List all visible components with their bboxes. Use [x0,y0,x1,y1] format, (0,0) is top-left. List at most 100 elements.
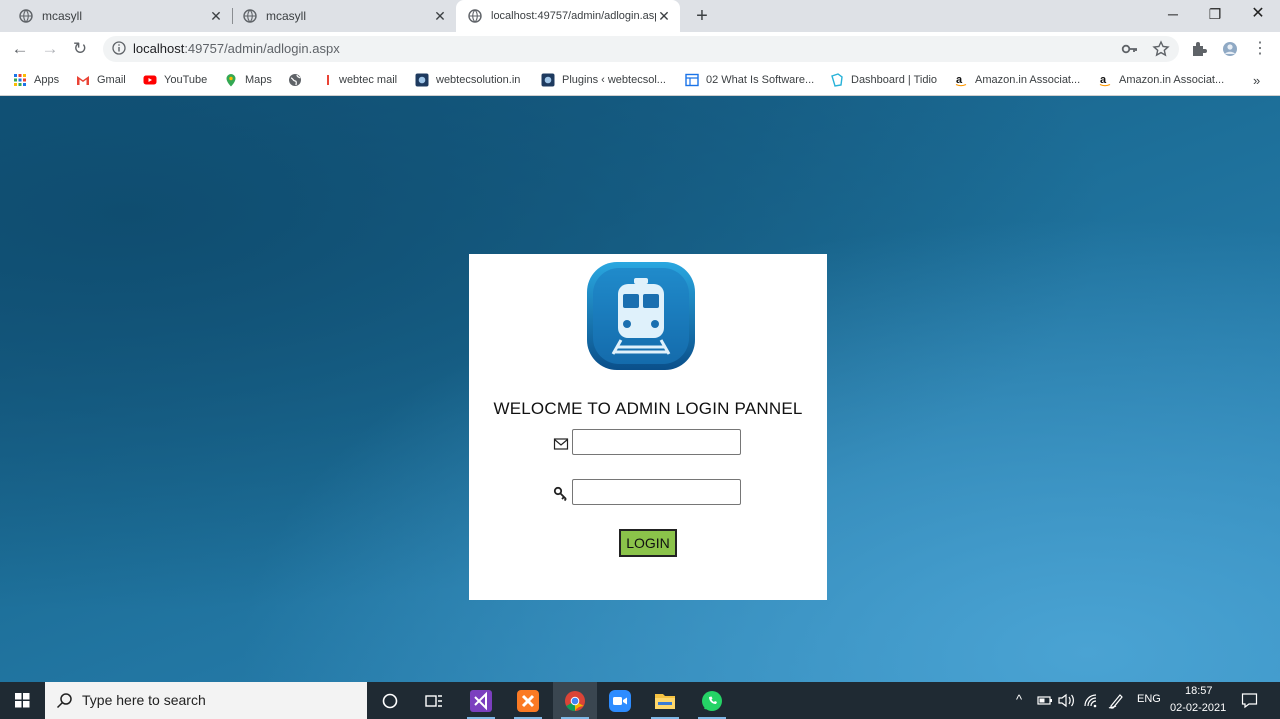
tidio-icon [831,73,843,87]
taskbar-file-explorer[interactable] [643,682,687,719]
taskbar-zoom[interactable] [598,682,642,719]
close-tab-icon[interactable]: ✕ [432,8,448,25]
url-text: localhost:49757/admin/adlogin.aspx [133,41,340,56]
taskbar-search-box[interactable]: Type here to search [45,682,367,719]
bookmarks-overflow-button[interactable]: » [1253,72,1260,88]
bookmark-tidio[interactable]: Dashboard | Tidio [830,72,937,88]
envelope-icon [553,438,569,450]
gmail-icon [77,76,89,85]
clock-time[interactable]: 18:57 [1185,685,1213,697]
bookmark-plugins[interactable]: Plugins ‹ webtecsol... [541,72,666,88]
bookmark-gmail[interactable]: Gmail [76,72,126,88]
forward-button[interactable]: → [38,37,62,61]
battery-icon[interactable] [1037,694,1053,707]
tab-mcasyll-2[interactable]: mcasyll ✕ [224,0,456,32]
bookmark-label: Plugins ‹ webtecsol... [562,74,666,86]
volume-icon[interactable] [1058,693,1075,708]
bookmark-amazon-2[interactable]: a Amazon.in Associat... [1098,72,1224,88]
minimize-button[interactable]: ─ [1150,0,1196,30]
cortana-circle-icon [382,693,398,708]
globe-icon [468,9,482,23]
windows-taskbar: Type here to search ^ ENG 18:57 02-02-20… [0,682,1280,719]
svg-text:a: a [956,74,963,86]
zoom-icon [609,689,631,712]
bookmark-youtube[interactable]: YouTube [143,72,207,88]
password-field[interactable] [572,479,741,505]
key-icon [553,486,567,502]
info-icon[interactable] [112,41,126,55]
taskbar-visual-studio[interactable] [459,682,503,719]
bookmark-webtec-mail[interactable]: webtec mail [324,72,397,88]
notification-center-icon[interactable] [1241,692,1258,709]
url-path: :49757/admin/adlogin.aspx [184,41,340,56]
bookmark-label: Maps [245,74,272,86]
taskbar-xampp[interactable] [506,682,550,719]
close-window-button[interactable]: ✕ [1235,0,1280,30]
clock-date[interactable]: 02-02-2021 [1170,702,1226,714]
bookmark-label: YouTube [164,74,208,86]
doc-icon [685,73,699,87]
windows-start-icon[interactable] [0,682,45,719]
bookmark-label: Dashboard | Tidio [851,74,938,86]
visual-studio-icon [470,689,492,712]
bookmark-label: webtec mail [339,74,398,86]
close-tab-icon[interactable]: ✕ [208,8,224,25]
site-icon [541,73,555,87]
tray-overflow-chevron-icon[interactable]: ^ [1016,692,1022,707]
browser-menu-icon[interactable]: ⋮ [1248,37,1272,61]
bookmark-label: Amazon.in Associat... [1119,74,1225,86]
bookmark-label: 02 What Is Software... [706,74,815,86]
train-logo-icon [587,262,695,370]
maps-pin-icon [226,74,236,87]
search-icon [56,693,72,709]
wifi-icon[interactable] [1083,693,1099,708]
bookmark-label: Gmail [97,74,126,86]
globe-icon [289,74,301,86]
reload-button[interactable]: ↻ [68,37,92,61]
taskbar-whatsapp[interactable] [690,682,734,719]
language-indicator[interactable]: ENG [1137,693,1161,705]
close-tab-icon[interactable]: ✕ [656,8,672,25]
folder-icon [655,693,675,709]
xampp-icon [517,689,539,712]
tab-admin-login[interactable]: localhost:49757/admin/adlogin.aspx ✕ [456,0,680,32]
whatsapp-icon [702,690,722,711]
key-icon[interactable] [1121,40,1139,58]
taskbar-chrome[interactable] [553,682,597,719]
bookmark-apps[interactable]: Apps [13,72,59,88]
bookmarks-bar: Apps Gmail YouTube Maps webtec mail webt… [0,66,1280,96]
cortana-button[interactable] [368,682,412,719]
tab-strip: mcasyll ✕ mcasyll ✕ localhost:49757/admi… [0,0,1280,32]
bookmark-label: webtecsolution.in [436,74,521,86]
bookmark-webtecsolution[interactable]: webtecsolution.in [415,72,520,88]
browser-toolbar: ← → ↻ localhost:49757/admin/adlogin.aspx… [0,32,1280,66]
bookmark-maps[interactable]: Maps [224,72,272,88]
extensions-icon[interactable] [1190,40,1208,58]
chrome-icon [565,690,585,711]
globe-icon [243,9,257,23]
amazon-icon: a [1099,74,1111,87]
youtube-icon [143,75,157,85]
tab-title: mcasyll [266,9,307,23]
url-host: localhost [133,41,185,56]
svg-text:a: a [1100,74,1107,86]
star-icon[interactable] [1152,40,1170,58]
restore-button[interactable]: ❐ [1192,0,1238,30]
page-background: WELOCME TO ADMIN LOGIN PANNEL LOGIN [0,96,1280,682]
bookmark-label: Amazon.in Associat... [975,74,1081,86]
bookmark-globe[interactable] [288,72,309,88]
email-field[interactable] [572,429,741,455]
back-button[interactable]: ← [8,37,32,61]
pen-ink-icon[interactable] [1108,692,1124,709]
tab-mcasyll-1[interactable]: mcasyll ✕ [0,0,232,32]
task-view-button[interactable] [412,682,456,719]
login-card: WELOCME TO ADMIN LOGIN PANNEL LOGIN [469,254,827,600]
bookmark-what-is-software[interactable]: 02 What Is Software... [685,72,814,88]
login-button[interactable]: LOGIN [619,529,677,557]
bookmark-label: Apps [34,74,60,86]
address-bar[interactable]: localhost:49757/admin/adlogin.aspx [103,36,1179,62]
new-tab-button[interactable]: + [690,4,714,28]
tab-title: localhost:49757/admin/adlogin.aspx [491,10,656,22]
bookmark-amazon-1[interactable]: a Amazon.in Associat... [954,72,1080,88]
profile-avatar-icon[interactable] [1221,40,1239,58]
